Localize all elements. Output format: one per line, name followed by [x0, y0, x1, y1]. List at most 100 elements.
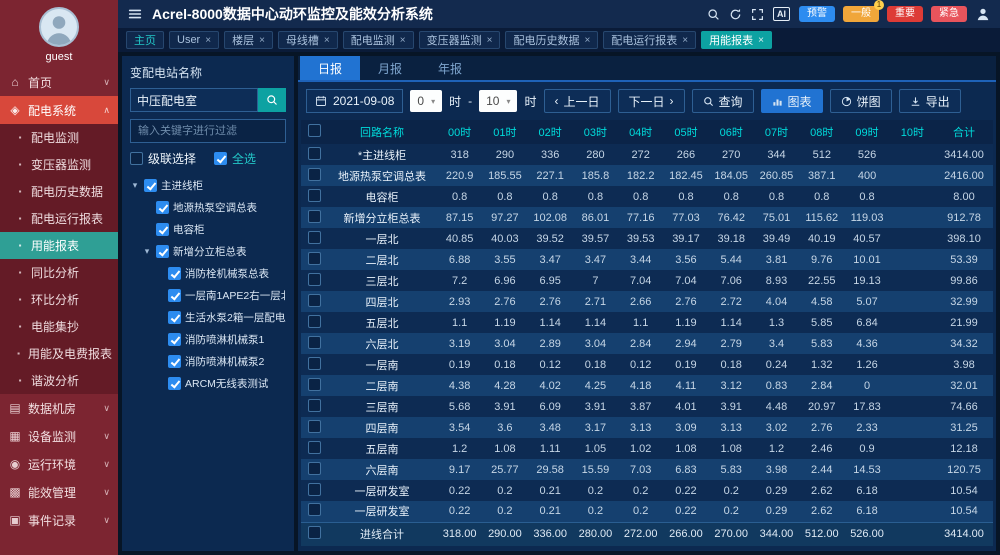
ai-badge[interactable]: AI [773, 7, 790, 21]
tree-checkbox[interactable] [168, 377, 181, 390]
caret-down-icon[interactable]: ▾ [130, 180, 140, 191]
tab-配电运行报表[interactable]: 配电运行报表× [603, 31, 696, 49]
sidebar-item-数据机房[interactable]: ▤数据机房∨ [0, 394, 118, 422]
date-picker[interactable]: 2021-09-08 [306, 89, 403, 113]
row-checkbox[interactable] [308, 483, 321, 496]
tab-close-icon[interactable]: × [487, 35, 493, 46]
tree-node-ARCM无线表测试[interactable]: ARCM无线表测试 [130, 372, 286, 394]
row-checkbox[interactable] [308, 210, 321, 223]
row-checkbox[interactable] [308, 441, 321, 454]
menu-toggle-icon[interactable] [128, 7, 142, 21]
tab-close-icon[interactable]: × [758, 35, 764, 46]
hour-end-select[interactable]: 10 ▾ [479, 90, 517, 112]
row-checkbox[interactable] [308, 399, 321, 412]
sidebar-item-首页[interactable]: ⌂首页∨ [0, 68, 118, 96]
station-select[interactable]: 中压配电室 [130, 88, 258, 112]
tree-node-主进线柜[interactable]: ▾主进线柜 [130, 174, 286, 196]
tree-node-消防喷淋机械泵2[interactable]: 消防喷淋机械泵2 [130, 350, 286, 372]
sidebar-item-用能报表[interactable]: ▪用能报表 [0, 232, 118, 259]
tab-close-icon[interactable]: × [259, 35, 265, 46]
row-checkbox[interactable] [308, 420, 321, 433]
row-checkbox[interactable] [308, 294, 321, 307]
user-icon[interactable] [976, 7, 990, 21]
sidebar-item-用能及电费报表[interactable]: ▪用能及电费报表 [0, 340, 118, 367]
tree-node-地源热泵空调总表[interactable]: 地源热泵空调总表 [130, 196, 286, 218]
tree-checkbox[interactable] [156, 245, 169, 258]
row-checkbox[interactable] [308, 462, 321, 475]
tab-主页[interactable]: 主页 [126, 31, 164, 49]
footer-checkbox[interactable] [308, 526, 321, 539]
sidebar-item-电能集抄[interactable]: ▪电能集抄 [0, 313, 118, 340]
sidebar-item-配电监测[interactable]: ▪配电监测 [0, 124, 118, 151]
next-day-button[interactable]: 下一日 › [618, 89, 685, 113]
tree-checkbox[interactable] [156, 201, 169, 214]
tab-母线槽[interactable]: 母线槽× [278, 31, 338, 49]
sidebar-item-谐波分析[interactable]: ▪谐波分析 [0, 367, 118, 394]
station-search-button[interactable] [258, 88, 286, 112]
tab-close-icon[interactable]: × [205, 35, 211, 46]
sidebar-item-配电运行报表[interactable]: ▪配电运行报表 [0, 205, 118, 232]
alarm-pill-紧急[interactable]: 紧急 [931, 6, 967, 22]
sidebar-item-同比分析[interactable]: ▪同比分析 [0, 259, 118, 286]
row-checkbox[interactable] [308, 357, 321, 370]
row-checkbox[interactable] [308, 168, 321, 181]
row-checkbox[interactable] [308, 378, 321, 391]
tab-close-icon[interactable]: × [682, 35, 688, 46]
tab-close-icon[interactable]: × [324, 35, 330, 46]
row-checkbox[interactable] [308, 252, 321, 265]
hour-start-select[interactable]: 0 ▾ [410, 90, 442, 112]
export-button[interactable]: 导出 [899, 89, 961, 113]
alarm-pill-一般[interactable]: 一般1 [843, 6, 879, 22]
alarm-pill-预警[interactable]: 预警 [799, 6, 835, 22]
row-checkbox[interactable] [308, 231, 321, 244]
tree-node-消防栓机械泵总表[interactable]: 消防栓机械泵总表 [130, 262, 286, 284]
tree-checkbox[interactable] [168, 267, 181, 280]
tab-User[interactable]: User× [169, 31, 219, 49]
row-checkbox[interactable] [308, 503, 321, 516]
sidebar-item-环比分析[interactable]: ▪环比分析 [0, 286, 118, 313]
row-checkbox[interactable] [308, 273, 321, 286]
sidebar-item-运行环境[interactable]: ◉运行环境∨ [0, 450, 118, 478]
pie-button[interactable]: 饼图 [830, 89, 892, 113]
cascade-checkbox[interactable] [130, 152, 143, 165]
tree-filter-input[interactable] [130, 119, 286, 143]
row-checkbox[interactable] [308, 147, 321, 160]
sidebar-item-事件记录[interactable]: ▣事件记录∨ [0, 506, 118, 534]
tab-配电监测[interactable]: 配电监测× [343, 31, 414, 49]
report-tab-月报[interactable]: 月报 [360, 56, 420, 80]
tree-node-一层南1APE2右一层北1APE1左[interactable]: 一层南1APE2右一层北1APE1左 [130, 284, 286, 306]
tab-变压器监测[interactable]: 变压器监测× [419, 31, 501, 49]
row-checkbox[interactable] [308, 315, 321, 328]
select-all-checkbox[interactable] [214, 152, 227, 165]
tree-checkbox[interactable] [168, 355, 181, 368]
chart-button[interactable]: 图表 [761, 89, 823, 113]
tree-checkbox[interactable] [168, 311, 181, 324]
prev-day-button[interactable]: ‹ 上一日 [544, 89, 611, 113]
fullscreen-icon[interactable] [751, 8, 764, 21]
sidebar-item-变压器监测[interactable]: ▪变压器监测 [0, 151, 118, 178]
tab-配电历史数据[interactable]: 配电历史数据× [505, 31, 598, 49]
alarm-pill-重要[interactable]: 重要 [887, 6, 923, 22]
tab-楼层[interactable]: 楼层× [224, 31, 273, 49]
tab-用能报表[interactable]: 用能报表× [701, 31, 772, 49]
avatar[interactable] [39, 7, 79, 47]
tree-node-消防喷淋机械泵1[interactable]: 消防喷淋机械泵1 [130, 328, 286, 350]
sidebar-item-配电历史数据[interactable]: ▪配电历史数据 [0, 178, 118, 205]
tree-checkbox[interactable] [156, 223, 169, 236]
search-icon[interactable] [707, 8, 720, 21]
tree-node-新增分立柜总表[interactable]: ▾新增分立柜总表 [130, 240, 286, 262]
row-checkbox[interactable] [308, 336, 321, 349]
tree-node-电容柜[interactable]: 电容柜 [130, 218, 286, 240]
tree-checkbox[interactable] [168, 333, 181, 346]
select-all-rows-checkbox[interactable] [308, 124, 321, 137]
caret-down-icon[interactable]: ▾ [142, 246, 152, 257]
report-tab-年报[interactable]: 年报 [420, 56, 480, 80]
sidebar-item-配电系统[interactable]: ◈配电系统∧ [0, 96, 118, 124]
refresh-icon[interactable] [729, 8, 742, 21]
sidebar-item-设备监测[interactable]: ▦设备监测∨ [0, 422, 118, 450]
row-checkbox[interactable] [308, 189, 321, 202]
tab-close-icon[interactable]: × [400, 35, 406, 46]
tree-checkbox[interactable] [144, 179, 157, 192]
tree-checkbox[interactable] [168, 289, 181, 302]
sidebar-item-能效管理[interactable]: ▩能效管理∨ [0, 478, 118, 506]
